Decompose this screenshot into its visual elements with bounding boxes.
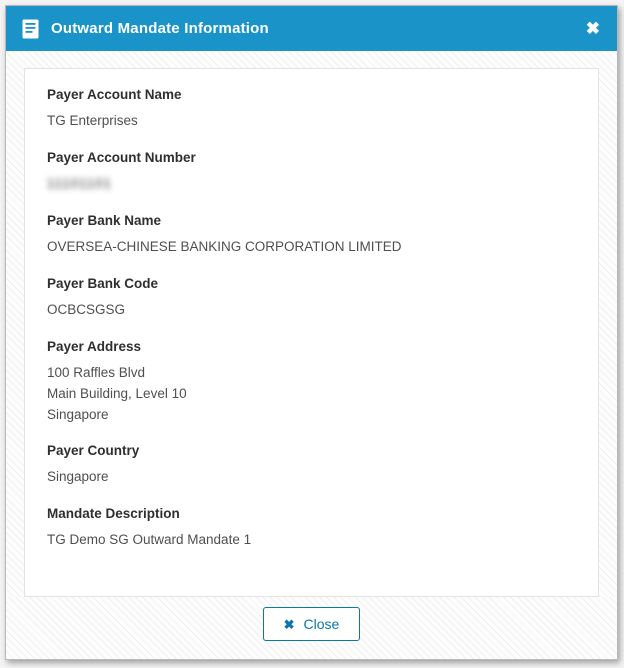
field-value: TG Demo SG Outward Mandate 1	[47, 530, 576, 551]
field-label: Mandate Description	[47, 506, 576, 521]
outward-mandate-dialog: Outward Mandate Information ✖ Payer Acco…	[5, 5, 618, 660]
close-button-label: Close	[304, 616, 340, 632]
field-value: TG Enterprises	[47, 111, 576, 132]
field-value: OVERSEA-CHINESE BANKING CORPORATION LIMI…	[47, 237, 576, 258]
field-label: Payer Address	[47, 339, 576, 354]
field-label: Payer Bank Name	[47, 213, 576, 228]
dialog-title: Outward Mandate Information	[51, 20, 585, 37]
field-value: OCBCSGSG	[47, 300, 576, 321]
mandate-details-panel: Payer Account Name TG Enterprises Payer …	[24, 68, 599, 597]
field-payer-bank-code: Payer Bank Code OCBCSGSG	[47, 276, 576, 321]
field-value-line3: Singapore	[47, 405, 576, 426]
dialog-body: Payer Account Name TG Enterprises Payer …	[6, 51, 617, 597]
field-payer-country: Payer Country Singapore	[47, 443, 576, 488]
field-mandate-description: Mandate Description TG Demo SG Outward M…	[47, 506, 576, 551]
redacted-account-number: 11101101	[47, 174, 112, 195]
close-icon[interactable]: ✖	[585, 18, 601, 39]
field-payer-bank-name: Payer Bank Name OVERSEA-CHINESE BANKING …	[47, 213, 576, 258]
field-payer-address: Payer Address 100 Raffles Blvd Main Buil…	[47, 339, 576, 426]
field-payer-account-number: Payer Account Number 11101101	[47, 150, 576, 195]
field-value-line1: 100 Raffles Blvd	[47, 363, 576, 384]
field-label: Payer Bank Code	[47, 276, 576, 291]
dialog-footer: ✖ Close	[6, 597, 617, 659]
field-label: Payer Country	[47, 443, 576, 458]
field-payer-account-name: Payer Account Name TG Enterprises	[47, 87, 576, 132]
document-icon	[22, 19, 39, 39]
field-value-line2: Main Building, Level 10	[47, 384, 576, 405]
dialog-header: Outward Mandate Information ✖	[6, 6, 617, 51]
close-button[interactable]: ✖ Close	[263, 607, 361, 641]
field-value: Singapore	[47, 467, 576, 488]
page-background: Outward Mandate Information ✖ Payer Acco…	[0, 0, 624, 668]
field-label: Payer Account Number	[47, 150, 576, 165]
field-label: Payer Account Name	[47, 87, 576, 102]
close-button-x-icon: ✖	[284, 618, 295, 631]
